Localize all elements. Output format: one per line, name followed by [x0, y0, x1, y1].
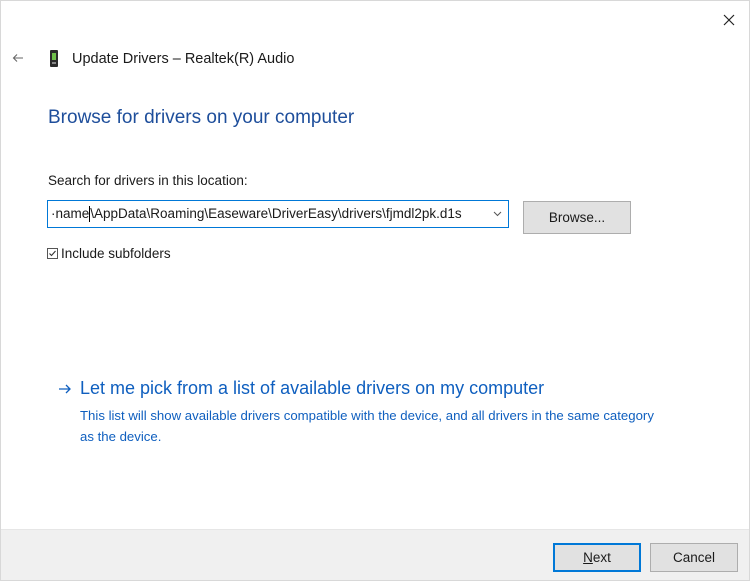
checkbox-box[interactable]: [47, 248, 58, 259]
window-header: Update Drivers – Realtek(R) Audio: [46, 47, 294, 71]
close-button[interactable]: [709, 1, 749, 39]
driver-path-input[interactable]: ·name\AppData\Roaming\Easeware\DriverEas…: [48, 205, 486, 223]
cancel-button[interactable]: Cancel: [650, 543, 738, 572]
browse-button[interactable]: Browse...: [523, 201, 631, 234]
window-title: Update Drivers – Realtek(R) Audio: [72, 51, 295, 67]
back-arrow-icon: [12, 54, 23, 62]
close-icon: [723, 14, 735, 26]
next-button[interactable]: Next: [553, 543, 641, 572]
device-icon: [46, 48, 62, 70]
combobox-dropdown-button[interactable]: [486, 201, 508, 227]
update-drivers-window: Update Drivers – Realtek(R) Audio Browse…: [0, 0, 750, 581]
dialog-footer: Next Cancel: [1, 529, 749, 580]
back-button[interactable]: [5, 45, 31, 71]
pick-from-list-link-label[interactable]: Let me pick from a list of available dri…: [80, 378, 544, 399]
driver-path-combobox[interactable]: ·name\AppData\Roaming\Easeware\DriverEas…: [47, 200, 509, 228]
include-subfolders-checkbox[interactable]: Include subfolders: [47, 246, 171, 261]
checkmark-icon: [49, 250, 56, 257]
path-text-after-caret: \AppData\Roaming\Easeware\DriverEasy\dri…: [90, 205, 462, 221]
pick-from-list-description: This list will show available drivers co…: [80, 408, 654, 444]
search-location-label: Search for drivers in this location:: [48, 173, 248, 188]
chevron-down-icon: [493, 211, 501, 217]
path-text-before-caret: ·name: [51, 205, 90, 221]
next-mnemonic: N: [583, 550, 593, 565]
include-subfolders-label: Include subfolders: [61, 246, 171, 261]
page-title: Browse for drivers on your computer: [48, 107, 355, 128]
right-arrow-icon: [58, 381, 72, 397]
next-label-rest: ext: [592, 550, 611, 565]
pick-from-list-link[interactable]: Let me pick from a list of available dri…: [58, 378, 544, 399]
